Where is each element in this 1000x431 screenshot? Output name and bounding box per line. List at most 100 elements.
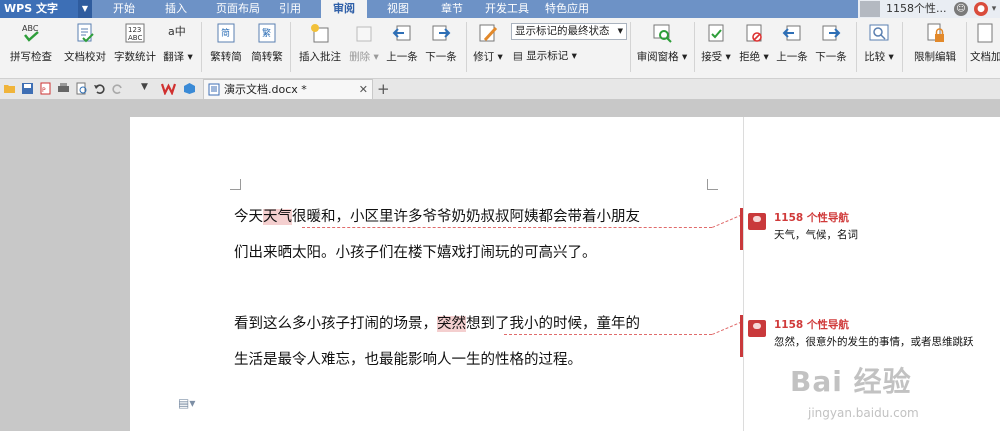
show-markup-button[interactable]: ▤ 显示标记 ▾ bbox=[513, 48, 577, 63]
paragraph-2[interactable]: 看到这么多小孩子打闹的场景，突然想到了我小的时候，童年的 生活是最令人难忘，也最… bbox=[234, 306, 734, 378]
prev-change-icon bbox=[782, 25, 801, 41]
comment-text[interactable]: 忽然，很意外的发生的事情，或者思维跳跃 bbox=[774, 334, 974, 349]
doc-proof-button[interactable]: 文档校对 bbox=[62, 20, 108, 74]
restrict-edit-label: 限制编辑 bbox=[914, 51, 956, 63]
simp-to-trad-icon-text: 繁 bbox=[262, 27, 271, 39]
reject-label: 拒绝 ▾ bbox=[739, 51, 769, 63]
export-pdf-icon[interactable]: P bbox=[39, 82, 52, 95]
word-count-icon-num: 123 bbox=[128, 26, 141, 34]
comment-balloon-2[interactable]: 1158 个性导航 忽然，很意外的发生的事情，或者思维跳跃 bbox=[740, 315, 998, 357]
app-menu-button[interactable]: WPS 文字 ▼ bbox=[0, 0, 92, 18]
translate-icon: a中 bbox=[168, 25, 186, 38]
review-pane-label: 审阅窗格 ▾ bbox=[636, 51, 688, 63]
tab-home[interactable]: 开始 bbox=[108, 0, 140, 18]
word-count-icon: 123 ABC bbox=[125, 23, 145, 43]
user-avatar[interactable] bbox=[860, 1, 880, 17]
doc-proof-icon bbox=[77, 23, 94, 43]
watermark-brand: Bai 经验 bbox=[790, 365, 912, 398]
tab-references[interactable]: 引用 bbox=[274, 0, 306, 18]
ribbon-separator bbox=[902, 22, 903, 72]
trad-to-simp-icon-text: 简 bbox=[221, 27, 230, 39]
ribbon-separator bbox=[201, 22, 202, 72]
next-change-label: 下一条 bbox=[815, 51, 847, 63]
markup-state-value: 显示标记的最终状态 bbox=[515, 25, 610, 37]
compare-label: 比较 ▾ bbox=[864, 51, 894, 63]
document-icon bbox=[208, 83, 220, 96]
tab-page-layout[interactable]: 页面布局 bbox=[210, 0, 266, 18]
commented-text-1[interactable]: 天气 bbox=[263, 209, 292, 225]
ribbon-separator bbox=[630, 22, 631, 72]
settings-icon[interactable]: ▾ bbox=[989, 2, 999, 16]
translate-button[interactable]: a中 翻译 ▾ bbox=[160, 20, 196, 74]
next-change-button[interactable]: 下一条 bbox=[812, 20, 850, 74]
tab-view[interactable]: 视图 bbox=[382, 0, 414, 18]
review-pane-button[interactable]: 审阅窗格 ▾ bbox=[634, 20, 690, 74]
comment-balloon-1[interactable]: 1158 个性导航 天气，气候，名词 bbox=[740, 208, 998, 250]
review-pane-icon bbox=[653, 24, 672, 43]
commented-text-2[interactable]: 突然 bbox=[437, 316, 466, 332]
word-count-icon-abc: ABC bbox=[128, 34, 142, 42]
cube-icon[interactable] bbox=[183, 82, 196, 95]
prev-comment-button[interactable]: 上一条 bbox=[384, 20, 420, 74]
reject-button[interactable]: 拒绝 ▾ bbox=[736, 20, 772, 74]
open-icon[interactable] bbox=[3, 82, 16, 95]
wps-logo-icon[interactable] bbox=[161, 82, 176, 95]
tab-document[interactable]: 演示文档.docx * ✕ bbox=[203, 79, 373, 99]
app-menu-dropdown-icon[interactable]: ▼ bbox=[78, 0, 92, 18]
next-comment-button[interactable]: 下一条 bbox=[422, 20, 460, 74]
tab-insert[interactable]: 插入 bbox=[160, 0, 192, 18]
comment-author: 1158 个性导航 bbox=[774, 319, 849, 331]
accept-button[interactable]: 接受 ▾ bbox=[698, 20, 734, 74]
word-count-button[interactable]: 123 ABC 字数统计 bbox=[112, 20, 158, 74]
undo-icon[interactable] bbox=[93, 82, 106, 95]
spell-check-button[interactable]: ABC 拼写检查 bbox=[4, 20, 58, 74]
restrict-edit-button[interactable]: 限制编辑 bbox=[908, 20, 962, 74]
print-preview-icon[interactable] bbox=[75, 82, 88, 95]
save-icon[interactable] bbox=[21, 82, 34, 95]
new-tab-button[interactable]: + bbox=[377, 79, 390, 99]
comment-leader-line-1 bbox=[302, 227, 712, 228]
close-icon[interactable]: ✕ bbox=[359, 80, 368, 99]
compare-button[interactable]: 比较 ▾ bbox=[860, 20, 898, 74]
user-name[interactable]: 1158个性... bbox=[886, 0, 946, 18]
accept-label: 接受 ▾ bbox=[701, 51, 731, 63]
ribbon-separator bbox=[856, 22, 857, 72]
watermark-url: jingyan.baidu.com bbox=[808, 406, 919, 420]
prev-comment-label: 上一条 bbox=[386, 51, 418, 63]
tab-review[interactable]: 审阅 bbox=[321, 0, 367, 18]
skin-icon[interactable]: ☺ bbox=[954, 2, 968, 16]
doc-encrypt-button[interactable]: 文档加 bbox=[970, 20, 1000, 74]
simp-to-trad-icon: 繁 bbox=[258, 23, 276, 43]
redo-icon[interactable] bbox=[111, 82, 124, 95]
compare-icon bbox=[869, 24, 889, 41]
comment-text[interactable]: 天气，气候，名词 bbox=[774, 227, 858, 242]
track-changes-button[interactable]: 修订 ▾ bbox=[470, 20, 506, 74]
document-page[interactable]: 今天天气很暖和，小区里许多爷爷奶奶叔叔阿姨都会带着小朋友 们出来晒太阳。小孩子们… bbox=[130, 117, 743, 431]
doc-proof-label: 文档校对 bbox=[64, 51, 106, 63]
simp-to-trad-button[interactable]: 繁 简转繁 bbox=[248, 20, 286, 74]
document-tab-name: 演示文档.docx * bbox=[224, 83, 307, 96]
svg-text:P: P bbox=[42, 87, 46, 94]
reject-icon bbox=[746, 24, 762, 42]
ribbon-separator bbox=[466, 22, 467, 72]
paragraph-layout-icon[interactable]: ▤▾ bbox=[178, 396, 195, 410]
insert-comment-button[interactable]: 插入批注 bbox=[296, 20, 344, 74]
prev-change-button[interactable]: 上一条 bbox=[774, 20, 810, 74]
print-icon[interactable] bbox=[57, 82, 70, 95]
paragraph-1[interactable]: 今天天气很暖和，小区里许多爷爷奶奶叔叔阿姨都会带着小朋友 们出来晒太阳。小孩子们… bbox=[234, 199, 734, 271]
ribbon-separator bbox=[694, 22, 695, 72]
trad-to-simp-button[interactable]: 简 繁转简 bbox=[206, 20, 246, 74]
quick-access-dropdown-icon[interactable]: ▼ bbox=[141, 82, 148, 92]
notify-icon[interactable]: ● bbox=[974, 2, 988, 16]
lock-icon bbox=[927, 23, 944, 42]
tab-developer[interactable]: 开发工具 bbox=[482, 0, 532, 18]
tab-special[interactable]: 特色应用 bbox=[542, 0, 592, 18]
markup-state-select[interactable]: 显示标记的最终状态 ▼ bbox=[511, 23, 627, 40]
next-comment-label: 下一条 bbox=[425, 51, 457, 63]
paragraph-2-line-1: 看到这么多小孩子打闹的场景，突然想到了我小的时候，童年的 bbox=[234, 306, 734, 342]
delete-comment-button[interactable]: 删除 ▾ bbox=[348, 20, 380, 74]
tab-chapter[interactable]: 章节 bbox=[436, 0, 468, 18]
user-area[interactable]: 1158个性... ☺ ● ▾ bbox=[858, 0, 1000, 18]
user-avatar-icon bbox=[748, 213, 766, 230]
next-change-icon bbox=[822, 25, 841, 41]
